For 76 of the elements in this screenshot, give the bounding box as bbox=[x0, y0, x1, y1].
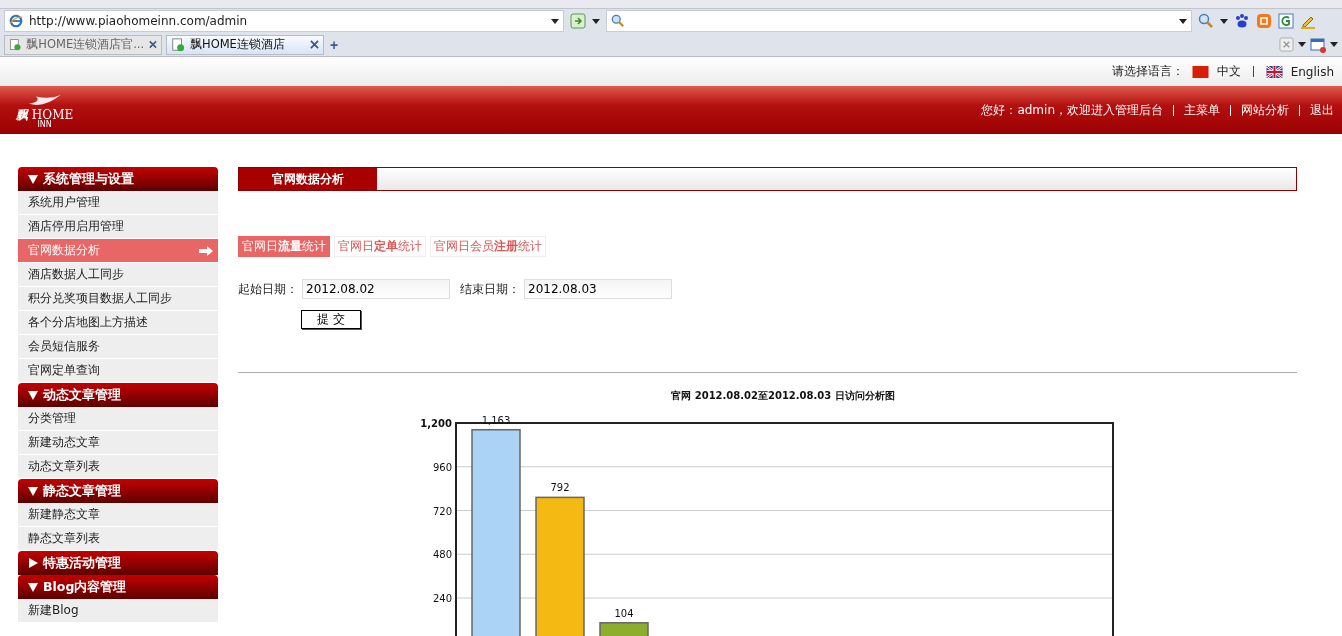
logo[interactable]: 飘 HOME INN bbox=[16, 91, 74, 129]
axis-tick-label: 1,200 bbox=[420, 418, 452, 429]
go-icon[interactable] bbox=[570, 13, 586, 29]
stat-tab[interactable]: 官网日定单统计 bbox=[334, 236, 426, 257]
paw-icon[interactable] bbox=[1234, 13, 1250, 29]
date-field[interactable]: 2012.08.02 bbox=[302, 279, 450, 299]
menu-item[interactable]: 各个分店地图上方描述 bbox=[18, 311, 218, 335]
bar bbox=[599, 622, 649, 636]
axis-tick-label: 720 bbox=[432, 505, 452, 517]
dropdown-caret-icon[interactable] bbox=[551, 18, 559, 24]
bar-value-label: 104 bbox=[614, 607, 634, 619]
chart-title: 官网 2012.08.02至2012.08.03 日访问分析图 bbox=[671, 390, 895, 401]
search-field[interactable] bbox=[606, 10, 1192, 32]
address-text: http://www.piaohomeinn.com/admin bbox=[29, 14, 249, 28]
menu-item[interactable]: 会员短信服务 bbox=[18, 335, 218, 359]
menu-group-header[interactable]: 静态文章管理 bbox=[18, 479, 218, 503]
menu-item[interactable]: 静态文章列表 bbox=[18, 527, 218, 551]
menu-group-header[interactable]: 动态文章管理 bbox=[18, 383, 218, 407]
axis-tick-label: 960 bbox=[432, 461, 452, 473]
triangle-down-icon bbox=[28, 582, 38, 592]
header-link[interactable]: 网站分析 bbox=[1241, 101, 1289, 119]
section-title: 官网数据分析 bbox=[239, 168, 377, 190]
triangle-down-icon bbox=[28, 174, 38, 184]
dropdown-caret-icon[interactable] bbox=[1298, 42, 1306, 47]
arrow-right-icon bbox=[199, 245, 213, 256]
submit-button[interactable]: 提 交 bbox=[301, 310, 361, 329]
menu-item[interactable]: 新建静态文章 bbox=[18, 503, 218, 527]
greeting-text: 您好：admin，欢迎进入管理后台 bbox=[981, 101, 1163, 119]
triangle-right-icon bbox=[28, 558, 38, 568]
axis-tick-label: 480 bbox=[432, 549, 452, 561]
header-link[interactable]: 主菜单 bbox=[1184, 101, 1220, 119]
stat-tab[interactable]: 官网日会员注册统计 bbox=[430, 236, 546, 257]
field-label: 起始日期： bbox=[238, 280, 298, 298]
language-link[interactable]: English bbox=[1290, 64, 1334, 79]
close-icon[interactable] bbox=[149, 40, 157, 49]
menu-item[interactable]: 酒店数据人工同步 bbox=[18, 263, 218, 287]
language-link[interactable]: 中文 bbox=[1216, 63, 1241, 80]
menu-item[interactable]: 新建动态文章 bbox=[18, 431, 218, 455]
menu-item[interactable]: 积分兑奖项目数据人工同步 bbox=[18, 287, 218, 311]
address-bar[interactable]: http://www.piaohomeinn.com/admin bbox=[4, 10, 564, 32]
menu-item[interactable]: 酒店停用启用管理 bbox=[18, 215, 218, 239]
window-icon[interactable] bbox=[1310, 36, 1326, 53]
tab-title: 飘HOME连锁酒店官... bbox=[26, 37, 145, 52]
menu-item[interactable]: 分类管理 bbox=[18, 407, 218, 431]
menu-item[interactable]: 新建Blog bbox=[18, 599, 218, 623]
page-icon bbox=[171, 37, 185, 52]
search-icon bbox=[611, 14, 625, 28]
flag-icon[interactable] bbox=[1265, 65, 1283, 78]
menu-group-header[interactable]: 系统管理与设置 bbox=[18, 167, 218, 191]
dropdown-caret-icon[interactable] bbox=[1330, 42, 1338, 47]
axis-tick-label: 240 bbox=[432, 593, 452, 604]
header-link[interactable]: 退出 bbox=[1310, 101, 1334, 119]
browser-logo-icon bbox=[9, 14, 23, 28]
page-icon bbox=[9, 37, 22, 52]
browser-tab[interactable]: 飘HOME连锁酒店官... bbox=[4, 34, 162, 55]
menu-item[interactable]: 系统用户管理 bbox=[18, 191, 218, 215]
triangle-down-icon bbox=[28, 486, 38, 496]
search-icon[interactable] bbox=[1198, 13, 1214, 29]
tab-title: 飘HOME连锁酒店 bbox=[190, 37, 286, 52]
bar-value-label: 792 bbox=[550, 482, 570, 494]
flag-icon[interactable] bbox=[1191, 65, 1209, 78]
letter-g-icon[interactable] bbox=[1278, 13, 1294, 29]
browser-tab[interactable]: 飘HOME连锁酒店 bbox=[166, 34, 324, 55]
new-tab-button[interactable]: + bbox=[328, 36, 341, 53]
dropdown-caret-icon[interactable] bbox=[1179, 18, 1187, 24]
dropdown-caret-icon[interactable] bbox=[1220, 18, 1228, 24]
language-label: 请选择语言： bbox=[1111, 63, 1184, 80]
field-label: 结束日期： bbox=[460, 280, 520, 298]
dropdown-caret-icon[interactable] bbox=[592, 18, 600, 24]
triangle-down-icon bbox=[28, 390, 38, 400]
close-icon[interactable] bbox=[310, 40, 319, 49]
date-field[interactable]: 2012.08.03 bbox=[524, 279, 672, 299]
menu-item[interactable]: 动态文章列表 bbox=[18, 455, 218, 479]
menu-item[interactable]: 官网定单查询 bbox=[18, 359, 218, 383]
menu-group-header[interactable]: 特惠活动管理 bbox=[18, 551, 218, 575]
menu-group-header[interactable]: Blog内容管理 bbox=[18, 575, 218, 599]
